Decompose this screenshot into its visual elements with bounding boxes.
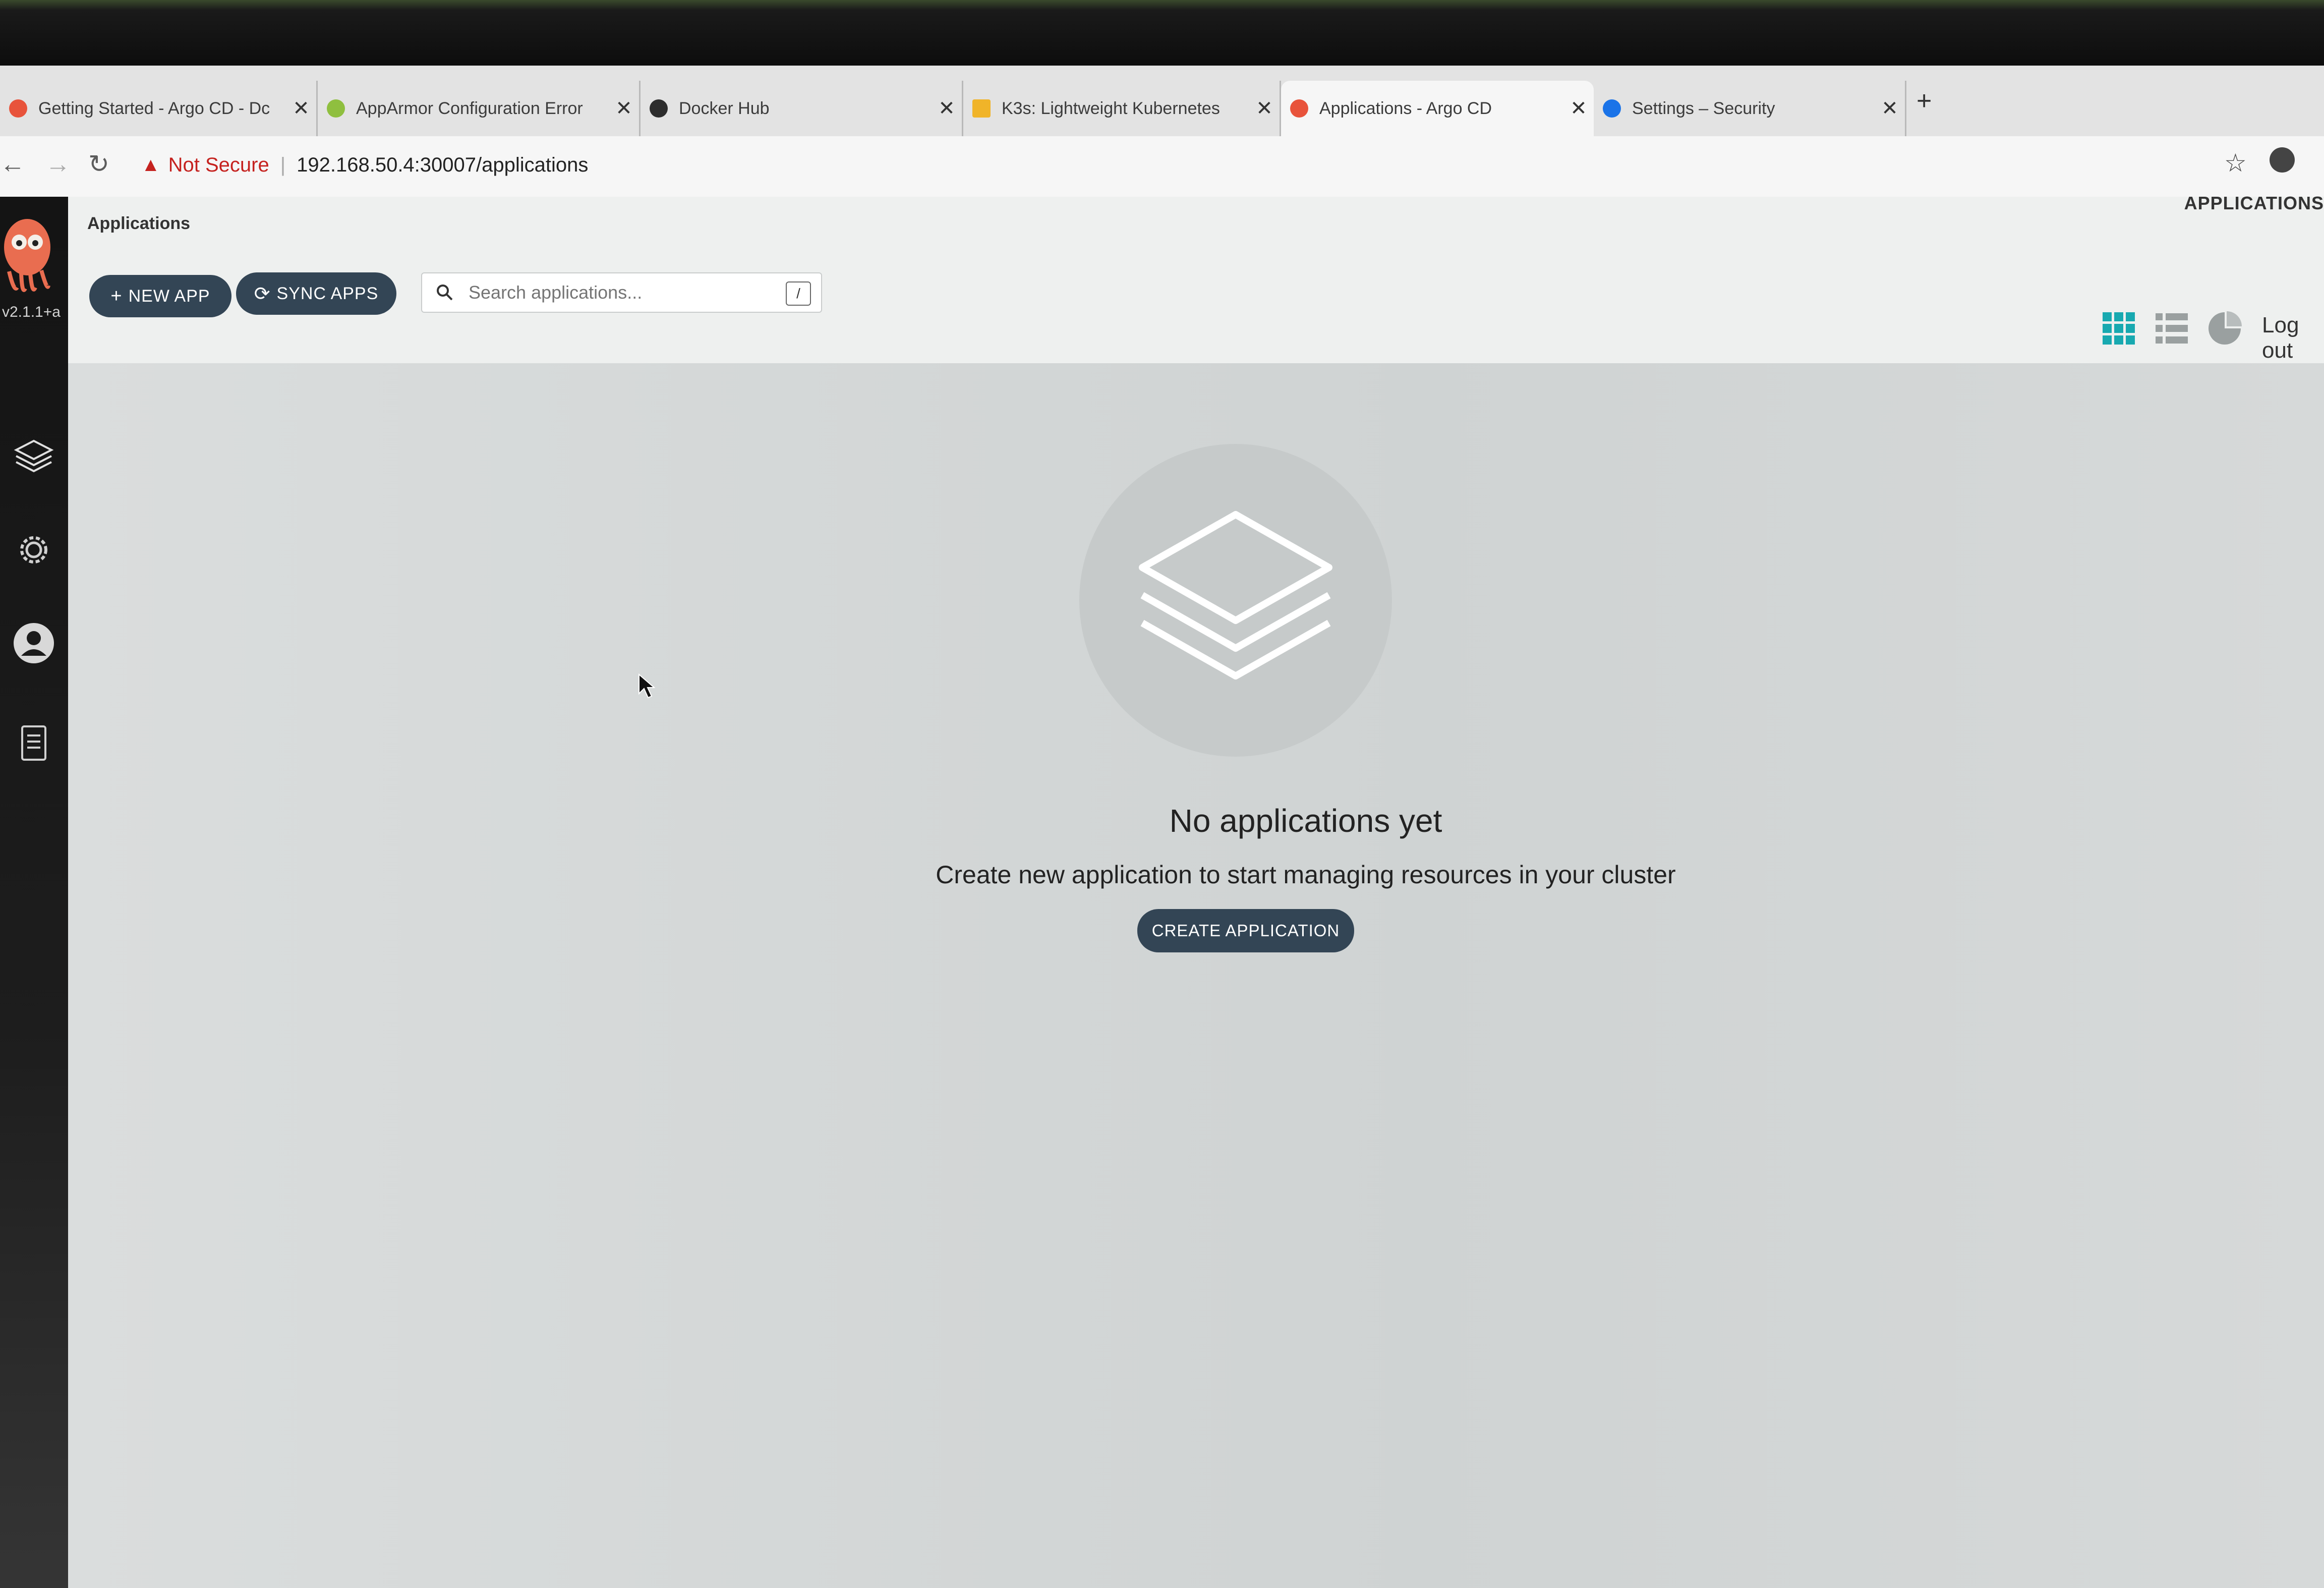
url-text[interactable]: 192.168.50.4:30007/applications — [297, 154, 588, 177]
back-icon[interactable]: ← — [0, 149, 25, 179]
layers-icon[interactable] — [11, 434, 56, 479]
version-label: v2.1.1+a — [2, 304, 61, 320]
tab-docker-hub[interactable]: Docker Hub ✕ — [641, 81, 963, 136]
tab-k3s[interactable]: K3s: Lightweight Kubernetes ✕ — [963, 81, 1281, 136]
close-tab-icon[interactable]: ✕ — [1875, 97, 1905, 120]
tab-label: Applications - Argo CD — [1319, 98, 1492, 118]
sync-icon: ⟳ — [254, 283, 271, 305]
argo-favicon-icon — [1290, 99, 1308, 118]
docs-icon[interactable] — [11, 721, 56, 767]
warning-icon: ▲ — [141, 154, 160, 176]
page-header: Applications APPLICATIONS + NEW APP ⟳ SY… — [68, 193, 2324, 363]
apparmor-favicon-icon — [327, 99, 345, 118]
tab-applications-argo[interactable]: Applications - Argo CD ✕ — [1281, 81, 1594, 136]
tab-label: Settings – Security — [1632, 98, 1775, 118]
argo-sidebar: v2.1.1+a — [0, 197, 68, 1588]
empty-state-illustration — [1079, 444, 1392, 757]
sync-apps-label: SYNC APPS — [276, 283, 379, 303]
create-application-button[interactable]: CREATE APPLICATION — [1137, 909, 1354, 952]
search-box[interactable]: / — [421, 272, 822, 313]
close-tab-icon[interactable]: ✕ — [609, 97, 639, 120]
argo-logo-icon[interactable] — [2, 212, 56, 298]
k3s-favicon-icon — [972, 99, 991, 118]
sync-apps-button[interactable]: ⟳ SYNC APPS — [236, 272, 396, 315]
empty-state-title: No applications yet — [1169, 803, 1442, 839]
settings-favicon-icon — [1603, 99, 1621, 118]
bookmark-star-icon[interactable]: ☆ — [2224, 148, 2247, 178]
tab-strip: Getting Started - Argo CD - Dc ✕ AppArmo… — [0, 66, 2324, 136]
user-icon[interactable] — [11, 620, 56, 666]
close-tab-icon[interactable]: ✕ — [286, 97, 316, 120]
close-tab-icon[interactable]: ✕ — [1563, 97, 1594, 120]
close-tab-icon[interactable]: ✕ — [1249, 97, 1280, 120]
security-indicator[interactable]: Not Secure — [168, 154, 269, 177]
search-icon — [422, 283, 468, 302]
tab-label: Docker Hub — [679, 98, 770, 118]
address-bar[interactable]: ▲ Not Secure | 192.168.50.4:30007/applic… — [141, 146, 588, 184]
tab-getting-started[interactable]: Getting Started - Argo CD - Dc ✕ — [0, 81, 318, 136]
search-shortcut-hint: / — [786, 281, 811, 306]
tiles-view-icon[interactable] — [2101, 310, 2137, 347]
close-tab-icon[interactable]: ✕ — [932, 97, 962, 120]
forward-icon[interactable]: → — [45, 149, 71, 179]
tab-label: AppArmor Configuration Error — [356, 98, 583, 118]
search-input[interactable] — [468, 281, 772, 304]
omnibox-divider: | — [280, 153, 286, 176]
tab-settings-security[interactable]: Settings – Security ✕ — [1594, 81, 1906, 136]
list-view-icon[interactable] — [2154, 310, 2190, 347]
gear-icon[interactable] — [11, 527, 56, 573]
reload-icon[interactable]: ↻ — [88, 149, 109, 179]
logout-link[interactable]: Log out — [2262, 313, 2324, 363]
argo-favicon-icon — [9, 99, 27, 118]
profile-avatar-icon[interactable] — [2270, 147, 2295, 173]
plus-icon: + — [110, 285, 123, 307]
page-title: APPLICATIONS — [2184, 193, 2324, 213]
breadcrumb[interactable]: Applications — [87, 214, 190, 234]
browser-window: Getting Started - Argo CD - Dc ✕ AppArmo… — [0, 66, 2324, 1588]
tab-apparmor[interactable]: AppArmor Configuration Error ✕ — [318, 81, 641, 136]
layers-icon — [1139, 511, 1332, 679]
new-app-label: NEW APP — [128, 286, 210, 306]
tab-label: K3s: Lightweight Kubernetes — [1002, 98, 1220, 118]
summary-pie-icon[interactable] — [2206, 310, 2243, 347]
empty-state-description: Create new application to start managing… — [936, 861, 1676, 889]
monitor-bezel — [0, 0, 2324, 66]
new-app-button[interactable]: + NEW APP — [89, 275, 231, 317]
main-content: No applications yet Create new applicati… — [68, 363, 2324, 1588]
mouse-cursor-icon — [638, 673, 655, 699]
docker-favicon-icon — [650, 99, 668, 118]
new-tab-icon[interactable]: + — [1916, 86, 1932, 116]
browser-toolbar: ← → ↻ ▲ Not Secure | 192.168.50.4:30007/… — [0, 136, 2324, 198]
tab-label: Getting Started - Argo CD - Dc — [38, 98, 270, 118]
